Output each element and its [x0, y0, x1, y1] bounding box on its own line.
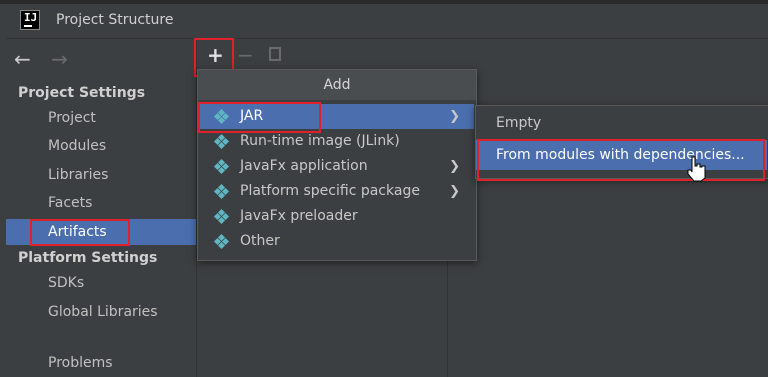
menu-item-runtime-image[interactable]: Run-time image (JLink) [198, 129, 474, 154]
menu-item-label: JavaFx preloader [240, 208, 358, 224]
sidebar-item-facets[interactable]: Facets [6, 190, 196, 216]
artifact-icon [213, 183, 230, 200]
add-button[interactable]: + [207, 43, 224, 67]
intellij-logo-icon: IJ [20, 10, 40, 30]
hand-cursor-icon [687, 156, 706, 182]
remove-button[interactable]: − [237, 43, 254, 67]
back-arrow-icon[interactable]: ← [14, 47, 31, 71]
menu-item-jar[interactable]: JAR ❯ [198, 104, 474, 129]
artifact-icon [213, 233, 230, 250]
menu-item-label: JavaFx application [240, 158, 368, 174]
jar-submenu: Empty From modules with dependencies... [475, 105, 768, 179]
menu-item-label: JAR [240, 108, 264, 124]
sidebar-item-problems[interactable]: Problems [6, 350, 196, 376]
menu-item-javafx-preloader[interactable]: JavaFx preloader [198, 204, 474, 229]
forward-arrow-icon[interactable]: → [51, 47, 68, 71]
sidebar-item-global-libraries[interactable]: Global Libraries [6, 299, 196, 325]
sidebar-item-modules[interactable]: Modules [6, 133, 196, 159]
submenu-item-empty[interactable]: Empty [476, 108, 767, 138]
sidebar-item-project[interactable]: Project [6, 105, 196, 131]
window-title: Project Structure [56, 12, 174, 28]
menu-item-label: Other [240, 233, 280, 249]
title-bar: IJ Project Structure [6, 4, 768, 39]
artifact-icon [213, 108, 230, 125]
sidebar-item-libraries[interactable]: Libraries [6, 162, 196, 188]
chevron-right-icon: ❯ [449, 184, 460, 199]
menu-item-label: Run-time image (JLink) [240, 133, 400, 149]
menu-item-label: Platform specific package [240, 183, 420, 199]
menu-item-javafx-application[interactable]: JavaFx application ❯ [198, 154, 474, 179]
sidebar-item-artifacts[interactable]: Artifacts [6, 219, 196, 245]
artifact-icon [213, 158, 230, 175]
menu-item-platform-package[interactable]: Platform specific package ❯ [198, 179, 474, 204]
artifact-icon [213, 208, 230, 225]
add-popup-menu: Add JAR ❯ Run-time image (JLink) JavaFx … [197, 69, 477, 261]
chevron-right-icon: ❯ [449, 159, 460, 174]
nav-arrows: ← → [14, 47, 82, 71]
sidebar-item-sdks[interactable]: SDKs [6, 270, 196, 296]
chevron-right-icon: ❯ [449, 109, 460, 124]
popup-title: Add [198, 70, 476, 100]
artifacts-toolbar: + − [197, 39, 768, 73]
platform-settings-header: Platform Settings [18, 250, 158, 266]
project-settings-header: Project Settings [18, 85, 146, 101]
artifact-icon [213, 133, 230, 150]
sidebar: ← → Project Settings Project Modules Lib… [6, 39, 197, 377]
submenu-item-from-modules[interactable]: From modules with dependencies... [476, 140, 767, 170]
menu-item-other[interactable]: Other [198, 229, 474, 254]
copy-icon[interactable] [269, 47, 281, 61]
